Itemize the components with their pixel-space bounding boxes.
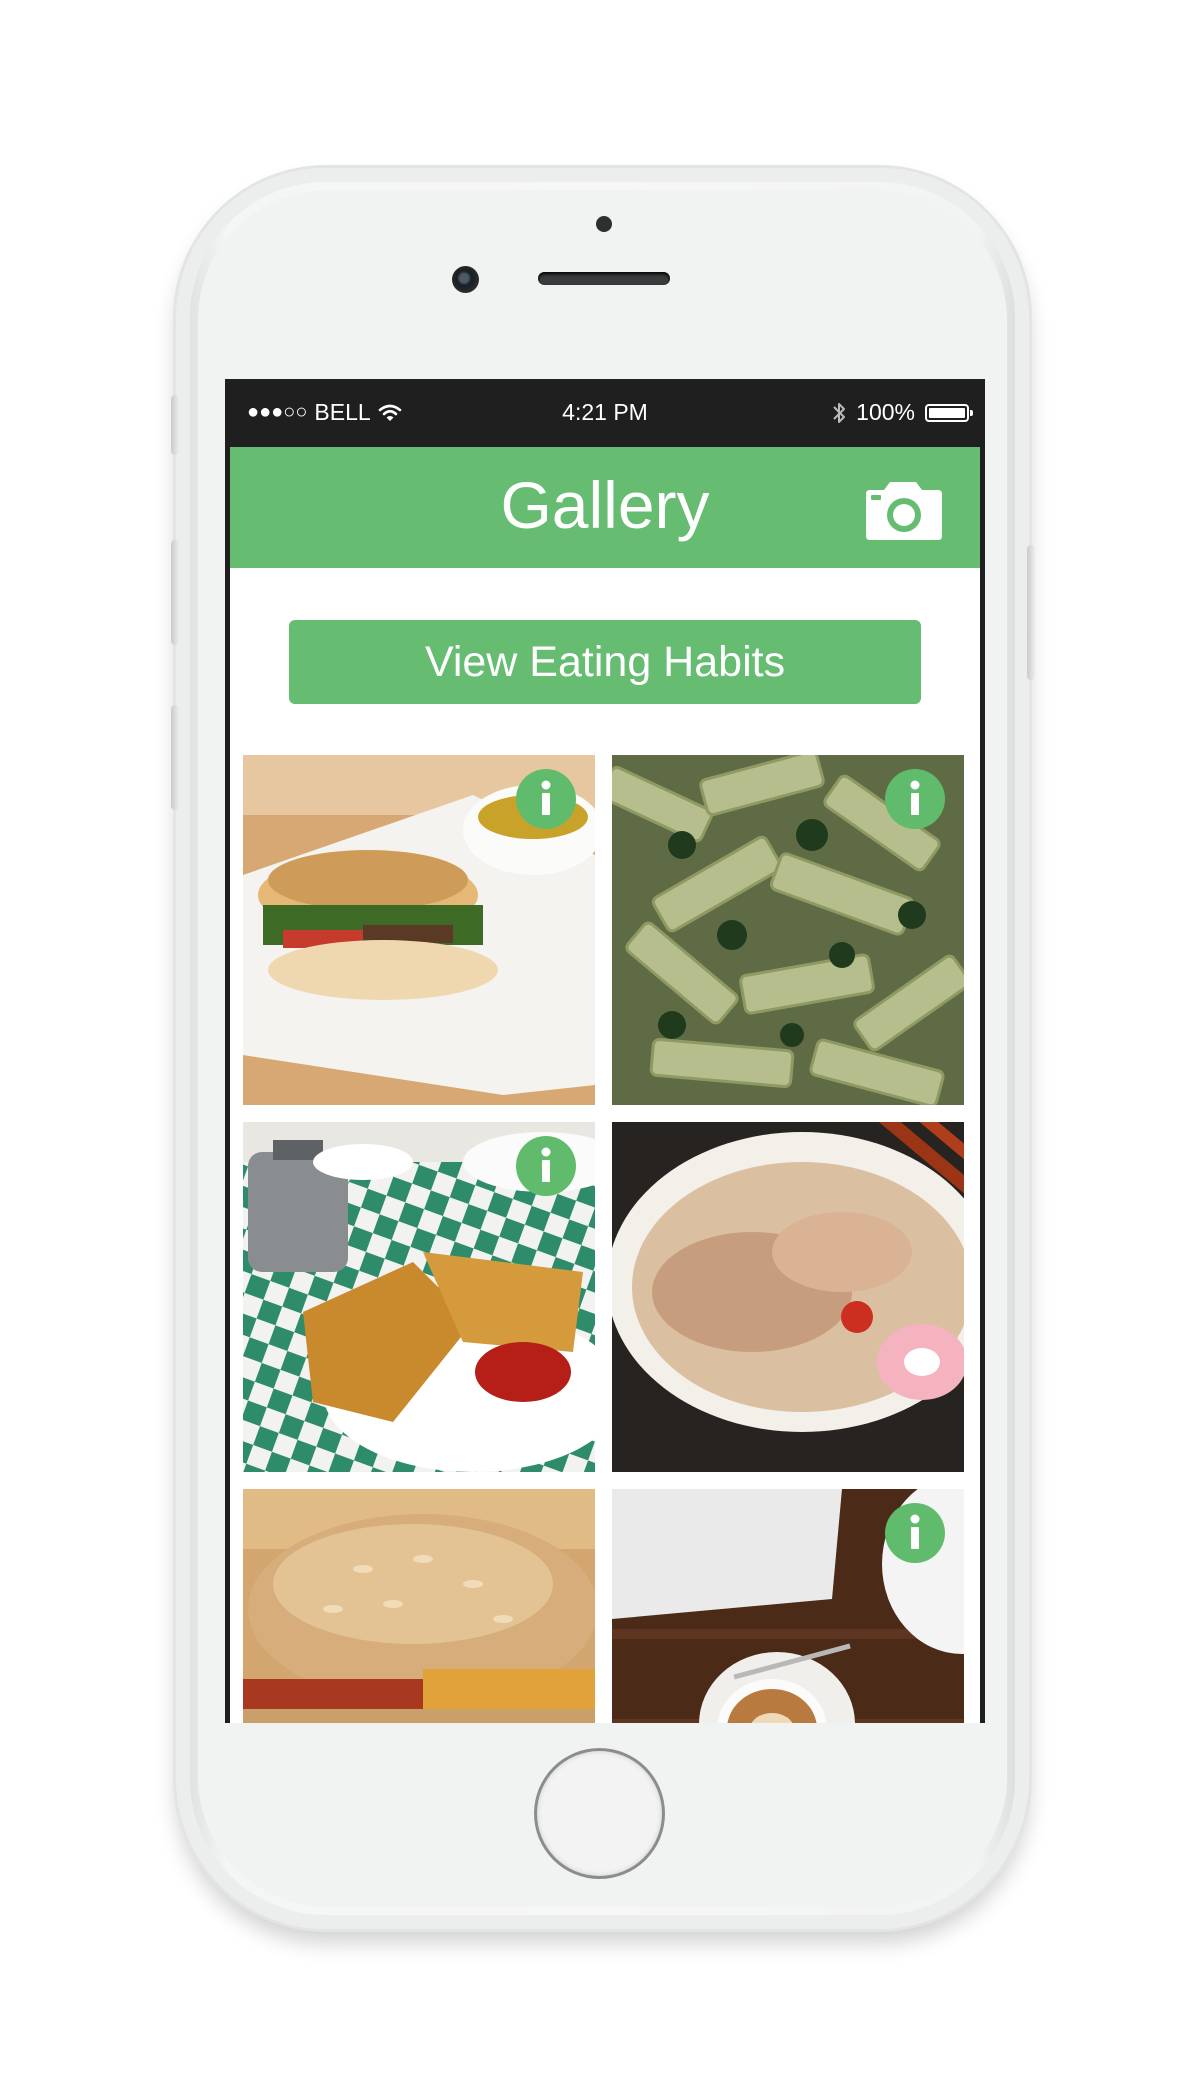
front-camera bbox=[452, 266, 479, 293]
phone-screen: ●●●○○ BELL 4:21 PM 100% Gallery View Eat… bbox=[225, 379, 985, 1723]
info-button[interactable] bbox=[885, 1503, 945, 1563]
silent-switch bbox=[171, 395, 179, 455]
info-icon bbox=[541, 1147, 551, 1182]
home-button[interactable] bbox=[537, 1751, 662, 1876]
camera-button[interactable] bbox=[860, 480, 946, 542]
photo-tile-pasta[interactable] bbox=[612, 755, 964, 1105]
camera-icon bbox=[866, 482, 942, 540]
info-icon bbox=[910, 780, 920, 815]
power-button bbox=[1027, 545, 1035, 680]
photo-tile-ramen[interactable] bbox=[612, 1122, 964, 1472]
photo-tile-burger[interactable] bbox=[243, 1489, 595, 1723]
info-button[interactable] bbox=[516, 769, 576, 829]
info-button[interactable] bbox=[885, 769, 945, 829]
battery-percent: 100% bbox=[856, 399, 915, 425]
navigation-bar: Gallery bbox=[230, 447, 980, 568]
app-view: Gallery View Eating Habits bbox=[230, 447, 980, 1723]
bluetooth-icon bbox=[833, 402, 846, 423]
earpiece-speaker bbox=[538, 272, 670, 285]
status-right: 100% bbox=[832, 399, 973, 426]
photo-tile-sandwich[interactable] bbox=[243, 755, 595, 1105]
burger-photo bbox=[243, 1489, 595, 1723]
battery-icon bbox=[925, 403, 973, 422]
photo-tile-coffee[interactable] bbox=[612, 1489, 964, 1723]
view-eating-habits-button[interactable]: View Eating Habits bbox=[289, 620, 921, 704]
proximity-sensor bbox=[596, 216, 612, 232]
volume-down-button bbox=[171, 705, 179, 810]
ramen-photo bbox=[612, 1122, 964, 1472]
status-bar: ●●●○○ BELL 4:21 PM 100% bbox=[225, 379, 985, 447]
info-icon bbox=[910, 1514, 920, 1549]
info-icon bbox=[541, 780, 551, 815]
photo-tile-grilled-cheese[interactable] bbox=[243, 1122, 595, 1472]
info-button[interactable] bbox=[516, 1136, 576, 1196]
volume-up-button bbox=[171, 540, 179, 645]
